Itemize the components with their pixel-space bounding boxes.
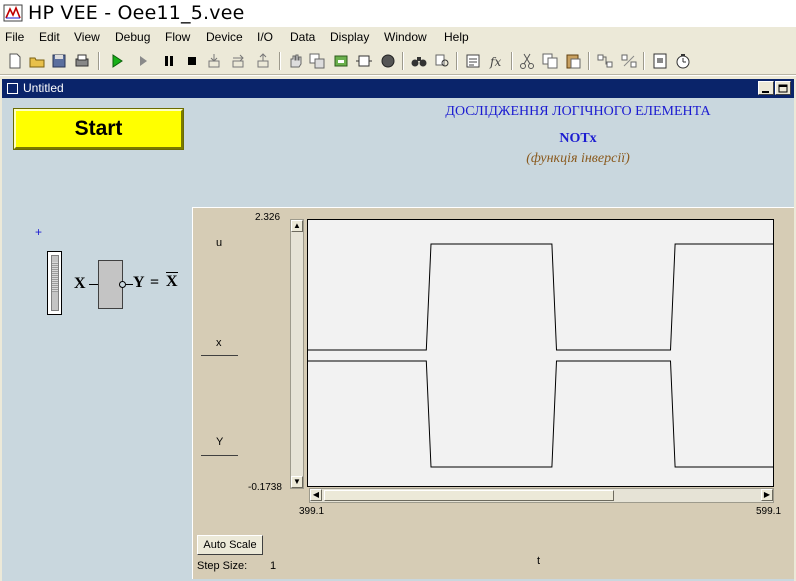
gate-output-wire xyxy=(126,284,133,285)
gate-input-label: X xyxy=(74,275,86,292)
menu-io[interactable]: I/O xyxy=(257,30,273,44)
scroll-thumb[interactable] xyxy=(324,490,614,501)
scroll-down-arrow-icon[interactable]: ▼ xyxy=(291,476,303,488)
step-out-icon[interactable] xyxy=(254,52,272,70)
toggle-track xyxy=(51,255,59,311)
y-scrollbar[interactable]: ▲ ▼ xyxy=(290,219,304,489)
clone-icon[interactable] xyxy=(308,52,326,70)
hand-icon[interactable] xyxy=(286,52,304,70)
disconnect-icon[interactable] xyxy=(620,52,638,70)
panel-subheading: NOTx xyxy=(559,131,597,146)
menu-help[interactable]: Help xyxy=(444,30,469,44)
x-axis-label: t xyxy=(537,555,541,567)
trace-divider xyxy=(201,455,238,456)
paste-icon[interactable] xyxy=(564,52,582,70)
panel-heading: ДОСЛІДЖЕННЯ ЛОГІЧНОГО ЕЛЕМЕНТА xyxy=(445,104,711,119)
breakpoint-icon[interactable] xyxy=(379,52,397,70)
app-title: HP VEE - Oee11_5.vee xyxy=(28,2,245,24)
pause-icon[interactable] xyxy=(160,52,178,70)
function-icon[interactable]: fx xyxy=(487,52,505,70)
hp-vee-app-icon[interactable] xyxy=(3,4,23,22)
y-max-label: 2.326 xyxy=(255,212,281,223)
svg-text:fx: fx xyxy=(489,55,501,69)
menu-debug[interactable]: Debug xyxy=(115,30,150,44)
step-size-value[interactable]: 1 xyxy=(270,560,276,572)
menu-device[interactable]: Device xyxy=(206,30,243,44)
trace-label-y[interactable]: Y xyxy=(216,436,223,448)
connect-icon[interactable] xyxy=(596,52,614,70)
properties-icon[interactable] xyxy=(464,52,482,70)
step-into-icon[interactable] xyxy=(205,52,223,70)
menu-edit[interactable]: Edit xyxy=(39,30,60,44)
step-size-label: Step Size: xyxy=(197,560,248,572)
title-bar: HP VEE - Oee11_5.vee xyxy=(0,0,796,27)
menu-data[interactable]: Data xyxy=(290,30,315,44)
gate-input-wire xyxy=(89,284,98,285)
maximize-button[interactable] xyxy=(775,81,791,95)
step-icon[interactable] xyxy=(134,52,152,70)
scroll-right-arrow-icon[interactable]: ▶ xyxy=(761,489,773,501)
plus-marker: + xyxy=(35,225,43,239)
equals-sign: = xyxy=(150,274,160,291)
scroll-left-arrow-icon[interactable]: ◀ xyxy=(310,489,322,501)
panel-view-icon[interactable] xyxy=(651,52,669,70)
workspace-title-bar[interactable]: Untitled xyxy=(2,79,794,98)
toolbar-separator xyxy=(402,52,404,70)
object-icon[interactable] xyxy=(355,52,373,70)
timer-icon[interactable] xyxy=(674,52,692,70)
scroll-up-arrow-icon[interactable]: ▲ xyxy=(291,220,303,232)
toolbar-separator xyxy=(643,52,645,70)
menu-bar: File Edit View Debug Flow Device I/O Dat… xyxy=(0,27,796,48)
x-max-label: 599.1 xyxy=(756,506,782,517)
menu-view[interactable]: View xyxy=(74,30,100,44)
save-icon[interactable] xyxy=(50,52,68,70)
stop-icon[interactable] xyxy=(183,52,201,70)
workspace-title: Untitled xyxy=(23,81,64,95)
toolbar-separator xyxy=(98,52,100,70)
toolbar-separator xyxy=(511,52,513,70)
menu-flow[interactable]: Flow xyxy=(165,30,190,44)
trace-x xyxy=(308,243,773,351)
run-icon[interactable] xyxy=(108,52,126,70)
window-menu-icon[interactable] xyxy=(7,83,18,94)
y-min-label: -0.1738 xyxy=(248,482,282,493)
maximize-icon xyxy=(778,84,788,93)
toolbar: fx xyxy=(0,48,796,75)
trace-label-x[interactable]: x xyxy=(216,337,222,349)
toolbar-separator xyxy=(279,52,281,70)
group-icon[interactable] xyxy=(332,52,350,70)
x-toggle-switch[interactable] xyxy=(47,251,62,315)
panel-caption: (функція інверсії) xyxy=(526,151,630,166)
trace-divider xyxy=(201,355,238,356)
inversion-bubble xyxy=(119,281,126,288)
start-button[interactable]: Start xyxy=(13,108,184,150)
trace-label-u[interactable]: u xyxy=(216,237,222,249)
menu-window[interactable]: Window xyxy=(384,30,427,44)
step-over-icon[interactable] xyxy=(229,52,247,70)
plot-area xyxy=(307,219,774,487)
find-icon[interactable] xyxy=(410,52,428,70)
open-icon[interactable] xyxy=(28,52,46,70)
toolbar-separator xyxy=(456,52,458,70)
x-scrollbar[interactable]: ◀ ▶ xyxy=(309,488,774,503)
inverted-x-expression: X xyxy=(166,272,178,290)
minimize-button[interactable] xyxy=(758,81,774,95)
print-icon[interactable] xyxy=(73,52,91,70)
plot-canvas xyxy=(308,243,773,468)
copy-icon[interactable] xyxy=(541,52,559,70)
minimize-icon xyxy=(762,91,769,93)
new-icon[interactable] xyxy=(6,52,24,70)
cut-icon[interactable] xyxy=(518,52,536,70)
toolbar-separator xyxy=(588,52,590,70)
gate-output-label: Y xyxy=(133,274,145,291)
x-min-label: 399.1 xyxy=(299,506,325,517)
auto-scale-button[interactable]: Auto Scale xyxy=(197,535,263,555)
menu-file[interactable]: File xyxy=(5,30,24,44)
zoom-find-icon[interactable] xyxy=(433,52,451,70)
trace-y xyxy=(308,360,773,468)
menu-display[interactable]: Display xyxy=(330,30,369,44)
toggle-thumb[interactable] xyxy=(52,262,58,292)
